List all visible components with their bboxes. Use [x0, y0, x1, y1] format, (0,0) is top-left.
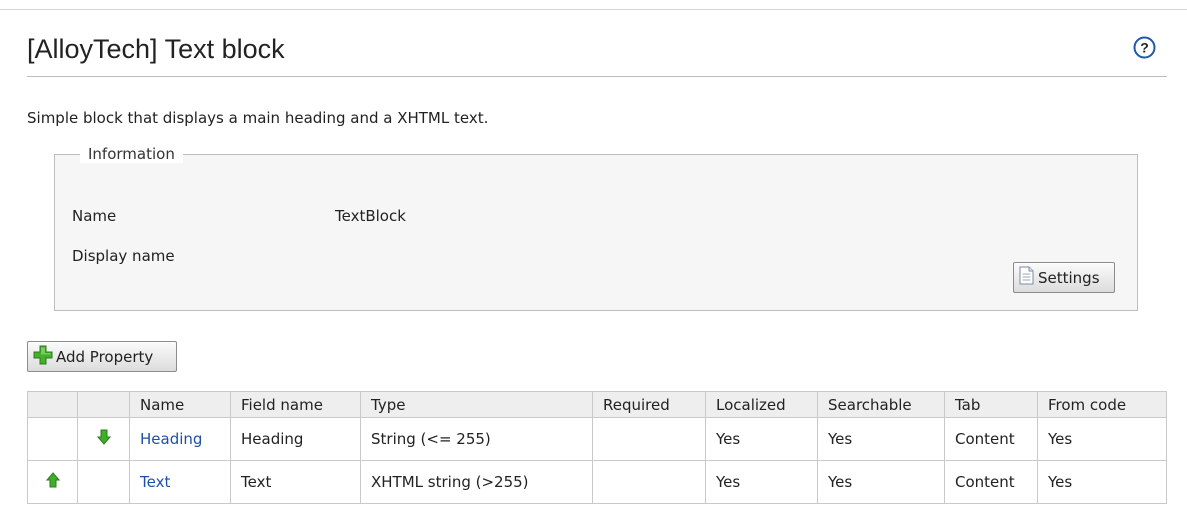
add-property-label: Add Property	[56, 347, 154, 366]
required-cell	[592, 417, 706, 461]
add-property-button[interactable]: Add Property	[27, 341, 177, 372]
plus-icon	[33, 345, 56, 369]
information-legend: Information	[80, 145, 183, 163]
column-header-move-up	[27, 391, 78, 418]
column-header-localized: Localized	[705, 391, 818, 418]
column-header-type: Type	[360, 391, 593, 418]
top-border	[0, 9, 1187, 10]
help-icon[interactable]: ?	[1133, 36, 1156, 59]
localized-cell: Yes	[705, 460, 818, 504]
property-name-link[interactable]: Text	[140, 473, 170, 491]
down-arrow-icon[interactable]	[96, 429, 111, 449]
properties-table: Name Field name Type Required Localized …	[27, 391, 1167, 504]
information-panel: Information Name TextBlock Display name	[54, 145, 1138, 311]
title-divider	[27, 76, 1167, 77]
field-name-cell: Heading	[230, 417, 361, 461]
table-row: Text Text XHTML string (>255) Yes Yes Co…	[27, 460, 1167, 504]
searchable-cell: Yes	[817, 460, 945, 504]
tab-cell: Content	[944, 417, 1038, 461]
column-header-tab: Tab	[944, 391, 1038, 418]
from-code-cell: Yes	[1037, 460, 1167, 504]
move-down-cell	[77, 460, 130, 504]
table-row: Heading Heading String (<= 255) Yes Yes …	[27, 417, 1167, 461]
property-name-link[interactable]: Heading	[140, 430, 202, 448]
type-cell: String (<= 255)	[360, 417, 593, 461]
page-title: [AlloyTech] Text block	[27, 34, 285, 64]
name-value: TextBlock	[335, 207, 406, 225]
property-name-cell: Text	[129, 460, 231, 504]
property-name-cell: Heading	[129, 417, 231, 461]
searchable-cell: Yes	[817, 417, 945, 461]
field-name-cell: Text	[230, 460, 361, 504]
type-cell: XHTML string (>255)	[360, 460, 593, 504]
up-arrow-icon[interactable]	[45, 472, 60, 492]
display-name-label: Display name	[72, 247, 175, 265]
name-label: Name	[72, 207, 117, 225]
move-down-cell	[77, 417, 130, 461]
move-up-cell	[27, 417, 78, 461]
column-header-from-code: From code	[1037, 391, 1167, 418]
column-header-move-down	[77, 391, 130, 418]
tab-cell: Content	[944, 460, 1038, 504]
from-code-cell: Yes	[1037, 417, 1167, 461]
column-header-searchable: Searchable	[817, 391, 945, 418]
block-description: Simple block that displays a main headin…	[27, 109, 489, 127]
column-header-field-name: Field name	[230, 391, 361, 418]
localized-cell: Yes	[705, 417, 818, 461]
move-up-cell	[27, 460, 78, 504]
svg-text:?: ?	[1140, 40, 1149, 56]
table-header-row: Name Field name Type Required Localized …	[27, 391, 1167, 418]
column-header-name: Name	[129, 391, 231, 418]
required-cell	[592, 460, 706, 504]
column-header-required: Required	[592, 391, 706, 418]
settings-button-label: Settings	[1038, 268, 1100, 287]
document-icon	[1018, 266, 1038, 289]
settings-button[interactable]: Settings	[1013, 262, 1115, 293]
